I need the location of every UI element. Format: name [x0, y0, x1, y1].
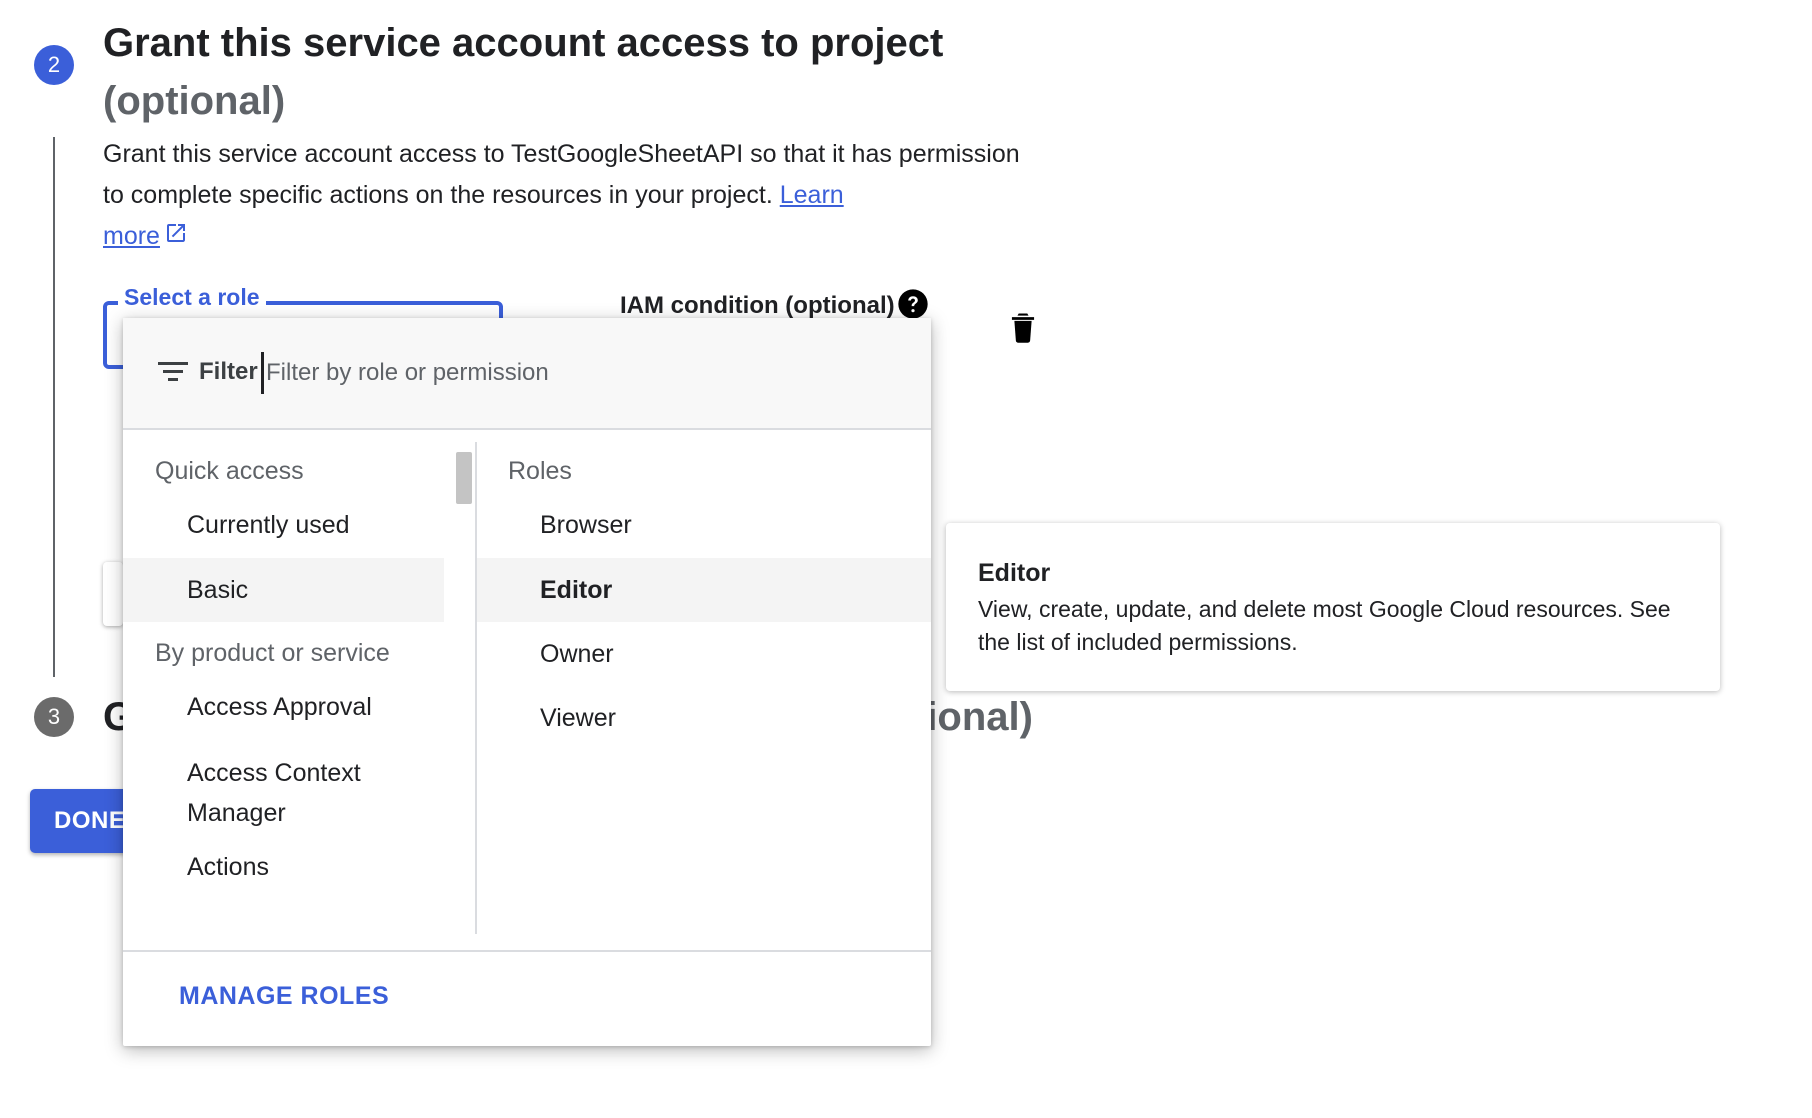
filter-list-icon	[158, 360, 188, 389]
tooltip-title: Editor	[978, 559, 1051, 587]
iam-condition-label: IAM condition (optional)	[620, 292, 895, 319]
filter-input[interactable]	[261, 352, 888, 394]
role-select-label: Select a role	[118, 284, 266, 311]
hidden-card-edge	[103, 562, 123, 626]
step-2-badge: 2	[34, 45, 74, 85]
category-scrollbar[interactable]	[456, 452, 472, 504]
step-2-description: Grant this service account access to Tes…	[103, 134, 1033, 258]
category-item-access-approval[interactable]: Access Approval	[187, 693, 372, 722]
role-dropdown-panel: Filter Quick access Currently used Basic…	[123, 318, 931, 1046]
category-item-basic[interactable]: Basic	[123, 558, 444, 622]
dropdown-footer: MANAGE ROLES	[123, 950, 931, 1046]
trash-icon[interactable]	[1008, 311, 1038, 348]
learn-more-part1: Learn	[779, 181, 844, 209]
roles-column: Roles Browser Editor Owner Viewer	[477, 430, 931, 934]
role-item-viewer[interactable]: Viewer	[540, 704, 616, 733]
learn-more-part2: more	[103, 222, 160, 250]
quick-access-header: Quick access	[155, 457, 304, 485]
category-item-actions[interactable]: Actions	[187, 853, 269, 882]
roles-header: Roles	[508, 457, 572, 485]
category-column: Quick access Currently used Basic By pro…	[123, 430, 444, 934]
filter-bar: Filter	[123, 318, 931, 430]
role-item-browser[interactable]: Browser	[540, 511, 632, 540]
role-item-owner[interactable]: Owner	[540, 640, 614, 669]
step-2-title-optional: (optional)	[103, 79, 286, 123]
step-3-badge: 3	[34, 697, 74, 737]
by-product-header: By product or service	[155, 639, 390, 667]
step-connector-line	[53, 137, 55, 677]
step-2-number: 2	[47, 52, 61, 77]
filter-label: Filter	[199, 358, 258, 385]
step-2-title-text: Grant this service account access to pro…	[103, 21, 944, 65]
role-description-tooltip: Editor View, create, update, and delete …	[946, 523, 1720, 691]
done-button-label: DONE	[54, 807, 126, 834]
category-item-access-context-manager[interactable]: Access Context Manager	[187, 753, 407, 833]
tooltip-description: View, create, update, and delete most Go…	[978, 596, 1671, 655]
manage-roles-button[interactable]: MANAGE ROLES	[179, 982, 389, 1011]
step-2-description-text: Grant this service account access to Tes…	[103, 140, 1020, 209]
open-in-new-icon	[164, 217, 188, 258]
category-item-currently-used[interactable]: Currently used	[187, 511, 350, 540]
step-3-number: 3	[47, 704, 61, 729]
role-item-editor[interactable]: Editor	[477, 558, 931, 622]
step-2-title: Grant this service account access to pro…	[103, 14, 1003, 130]
